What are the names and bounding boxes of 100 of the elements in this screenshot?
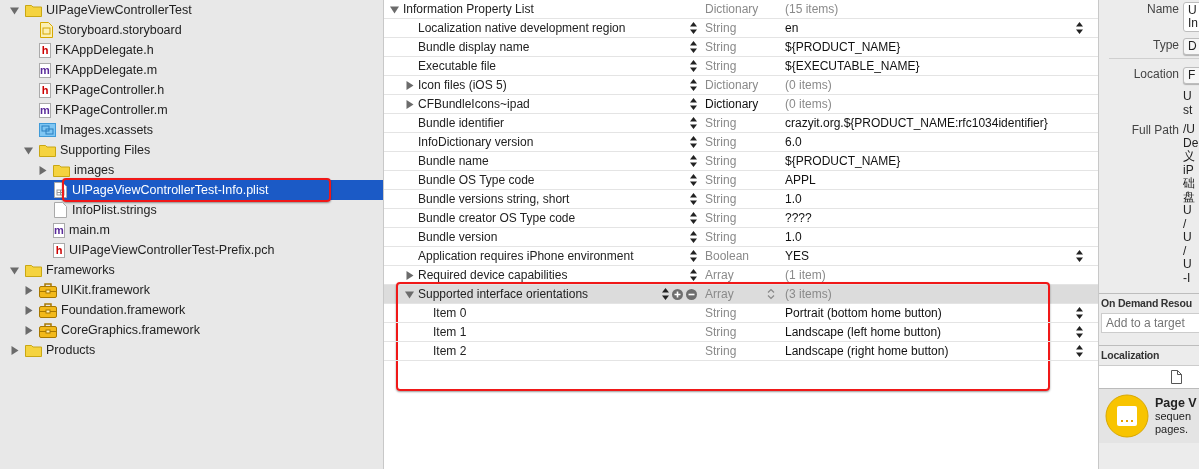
collapse-triangle-icon [10, 5, 19, 15]
file-tree-item[interactable]: h FKPageController.h [0, 80, 383, 100]
plist-row[interactable]: Icon files (iOS 5) Dictionary (0 items) [384, 76, 1098, 95]
folder-icon [39, 143, 56, 157]
path-text: U [1183, 258, 1193, 272]
expand-triangle-icon [405, 270, 414, 280]
plist-row[interactable]: Bundle name String ${PRODUCT_NAME} [384, 152, 1098, 171]
file-tree-item[interactable]: images [0, 160, 383, 180]
file-tree-item[interactable]: Products [0, 340, 383, 360]
file-tree-item[interactable]: Images.xcassets [0, 120, 383, 140]
path-text: U [1183, 204, 1193, 218]
key-text: Bundle identifier [418, 116, 506, 130]
folder-icon [53, 163, 70, 177]
plist-row[interactable]: CFBundleIcons~ipad Dictionary (0 items) [384, 95, 1098, 114]
plist-row[interactable]: Item 2 String Landscape (right home button) [384, 342, 1098, 361]
toolbox-icon [39, 302, 57, 318]
field-label: Type [1152, 38, 1179, 52]
plist-row[interactable]: Bundle identifier String crazyit.org.${PRODUCT_NAME:rfc1034identifier} [384, 114, 1098, 133]
popup-stepper-icon [1076, 344, 1083, 358]
value-text: (3 items) [785, 287, 833, 301]
source-file-icon: m [39, 62, 51, 78]
stepper-icon [690, 21, 697, 35]
path-text: / [1183, 244, 1188, 258]
toolbox-icon [39, 322, 57, 338]
plist-row[interactable]: Executable file String ${EXECUTABLE_NAME} [384, 57, 1098, 76]
value-text: crazyit.org.${PRODUCT_NAME:rfc1034identifier} [785, 116, 1049, 130]
toolbox-icon [39, 282, 57, 298]
file-tree-item[interactable]: m FKAppDelegate.m [0, 60, 383, 80]
file-tree-item[interactable]: Supporting Files [0, 140, 383, 160]
plist-row[interactable]: Bundle versions string, short String 1.0 [384, 190, 1098, 209]
value-text: (1 item) [785, 268, 827, 282]
name-field[interactable]: U In [1183, 2, 1199, 32]
value-text: (0 items) [785, 97, 833, 111]
file-tree-item[interactable]: Foundation.framework [0, 300, 383, 320]
value-text: en [785, 21, 800, 35]
value-text: Landscape (right home button) [785, 344, 950, 358]
remove-row-button[interactable] [686, 288, 697, 300]
type-text: Array [705, 287, 735, 301]
stepper-icon [690, 40, 697, 54]
file-tree-item[interactable]: UIKit.framework [0, 280, 383, 300]
key-text: Bundle version [418, 230, 499, 244]
file-tree-item[interactable]: h UIPageViewControllerTest-Prefix.pch [0, 240, 383, 260]
path-text: / [1183, 217, 1188, 231]
file-tree-item[interactable]: m main.m [0, 220, 383, 240]
file-tree-item[interactable]: h FKAppDelegate.h [0, 40, 383, 60]
stepper-icon [662, 287, 669, 301]
plist-row[interactable]: Information Property List Dictionary (15 items) [384, 0, 1098, 19]
add-row-button[interactable] [672, 288, 683, 300]
chevron-icon [767, 288, 775, 300]
key-text: Information Property List [403, 2, 535, 16]
library-item-title: Page V [1155, 396, 1197, 410]
document-icon [53, 202, 68, 218]
key-text: Item 1 [433, 325, 468, 339]
type-text: String [705, 21, 738, 35]
plist-row[interactable]: Item 1 String Landscape (left home button) [384, 323, 1098, 342]
plist-row[interactable]: Bundle version String 1.0 [384, 228, 1098, 247]
path-text: /U [1183, 123, 1196, 137]
key-text: Item 2 [433, 344, 468, 358]
key-text: Application requires iPhone environment [418, 249, 635, 263]
value-text: 1.0 [785, 192, 803, 206]
plist-row[interactable]: Application requires iPhone environment Boolean YES [384, 247, 1098, 266]
value-text: (0 items) [785, 78, 833, 92]
file-tree-item[interactable]: UIPageViewControllerTest-Info.plist [0, 180, 383, 200]
popup-stepper-icon [1076, 249, 1083, 263]
path-text: U [1183, 231, 1193, 245]
plist-row[interactable]: Bundle OS Type code String APPL [384, 171, 1098, 190]
plist-row[interactable]: Bundle creator OS Type code String ???? [384, 209, 1098, 228]
type-text: String [705, 40, 738, 54]
stepper-icon [690, 211, 697, 225]
page-view-controller-icon [1105, 394, 1149, 438]
type-text: String [705, 135, 738, 149]
tags-field[interactable]: Add to a target [1101, 313, 1199, 333]
plist-row[interactable]: Bundle display name String ${PRODUCT_NAME} [384, 38, 1098, 57]
value-text: 1.0 [785, 230, 803, 244]
storyboard-file-icon [39, 22, 54, 38]
path-text: iP [1183, 163, 1195, 177]
key-text: Bundle creator OS Type code [418, 211, 577, 225]
file-tree-item[interactable]: m FKPageController.m [0, 100, 383, 120]
file-tree-item[interactable]: Storyboard.storyboard [0, 20, 383, 40]
section-title: Localization [1101, 349, 1161, 361]
type-text: String [705, 192, 738, 206]
stepper-icon [690, 59, 697, 73]
popup-button[interactable]: F [1183, 67, 1199, 84]
expand-triangle-icon [38, 165, 47, 175]
value-text: APPL [785, 173, 817, 187]
file-tree-item[interactable]: Frameworks [0, 260, 383, 280]
value-text: YES [785, 249, 810, 263]
stepper-icon [690, 268, 697, 282]
folder-icon [25, 263, 42, 277]
type-text: Boolean [705, 249, 751, 263]
file-tree-item[interactable]: InfoPlist.strings [0, 200, 383, 220]
file-tree-item[interactable]: UIPageViewControllerTest [0, 0, 383, 20]
plist-row[interactable]: InfoDictionary version String 6.0 [384, 133, 1098, 152]
plist-row[interactable]: Localization native development region String en [384, 19, 1098, 38]
collapse-triangle-icon [24, 145, 33, 155]
file-tree-item[interactable]: CoreGraphics.framework [0, 320, 383, 340]
stepper-icon [690, 78, 697, 92]
plist-row[interactable]: Item 0 String Portrait (bottom home button) [384, 304, 1098, 323]
plist-row[interactable]: Supported interface orientations Array (3 items) [384, 285, 1098, 304]
popup-button[interactable]: D [1183, 38, 1199, 55]
